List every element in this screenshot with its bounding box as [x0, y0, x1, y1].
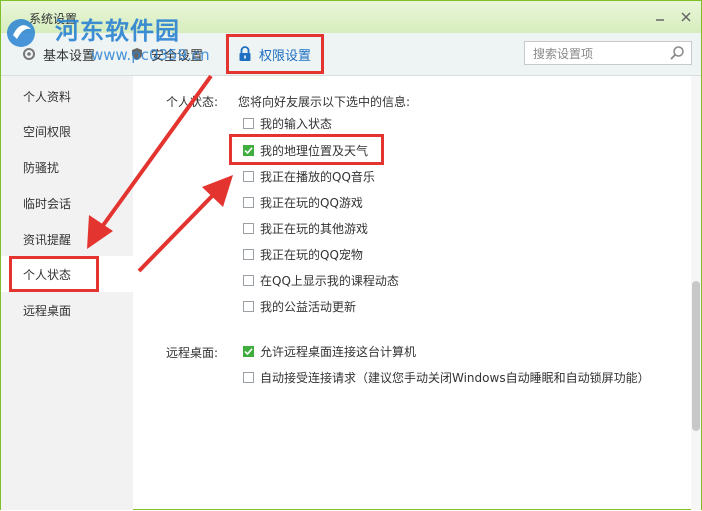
option-charity-updates[interactable]: 我的公益活动更新	[243, 297, 356, 315]
minimize-icon[interactable]	[651, 9, 669, 25]
sidebar-item-label: 个人资料	[23, 89, 72, 104]
checkbox[interactable]	[243, 196, 254, 208]
sidebar-item-news-alerts[interactable]: 资讯提醒	[1, 221, 133, 257]
sidebar-item-remote-desktop[interactable]: 远程桌面	[1, 292, 133, 328]
option-label: 自动接受连接请求（建议您手动关闭Windows自动睡眠和自动锁屏功能）	[260, 370, 650, 385]
scrollbar[interactable]	[691, 76, 701, 510]
option-qq-games[interactable]: 我正在玩的QQ游戏	[243, 193, 363, 211]
sidebar-item-label: 空间权限	[23, 124, 72, 139]
sidebar-item-temp-session[interactable]: 临时会话	[1, 185, 133, 221]
sidebar: 个人资料 空间权限 防骚扰 临时会话 资讯提醒 个人状态 远程桌面	[1, 76, 133, 510]
checkbox[interactable]	[243, 371, 254, 383]
option-label: 我正在玩的其他游戏	[260, 221, 369, 236]
option-typing-status[interactable]: 我的输入状态	[243, 114, 332, 132]
option-label: 我正在播放的QQ音乐	[260, 169, 375, 184]
search-box[interactable]	[524, 41, 692, 65]
option-auto-accept[interactable]: 自动接受连接请求（建议您手动关闭Windows自动睡眠和自动锁屏功能）	[243, 368, 650, 386]
option-label: 我正在玩的QQ游戏	[260, 195, 363, 210]
checkbox-checked[interactable]	[243, 345, 254, 357]
arrow-head-to-option	[202, 175, 233, 207]
option-qq-pet[interactable]: 我正在玩的QQ宠物	[243, 245, 363, 263]
highlight-box-location-option	[229, 134, 384, 165]
sidebar-item-label: 远程桌面	[23, 303, 72, 318]
sidebar-item-profile[interactable]: 个人资料	[1, 78, 133, 114]
scrollbar-thumb[interactable]	[692, 281, 700, 431]
option-label: 允许远程桌面连接这台计算机	[260, 344, 417, 359]
watermark-title: 河东软件园	[55, 17, 180, 45]
search-icon[interactable]	[669, 45, 685, 61]
option-other-games[interactable]: 我正在玩的其他游戏	[243, 219, 368, 237]
checkbox[interactable]	[243, 170, 254, 182]
highlight-box-personal-status	[9, 256, 99, 292]
checkbox[interactable]	[243, 117, 254, 129]
arrow-to-option	[137, 189, 219, 273]
option-label: 我的公益活动更新	[260, 299, 357, 314]
checkbox[interactable]	[243, 248, 254, 260]
highlight-box-permission-tab	[226, 34, 324, 74]
close-icon[interactable]	[677, 9, 695, 25]
remote-desktop-label: 远程桌面:	[166, 346, 219, 360]
option-label: 在QQ上显示我的课程动态	[260, 273, 399, 288]
personal-status-description: 您将向好友展示以下选中的信息:	[238, 95, 411, 109]
option-qq-music[interactable]: 我正在播放的QQ音乐	[243, 167, 375, 185]
settings-window: 系统设置 基本设置 安全设置 权限设置 搜索设置项 河东软件园 www.pc03…	[0, 0, 702, 510]
checkbox[interactable]	[243, 274, 254, 286]
sidebar-item-label: 资讯提醒	[23, 232, 72, 247]
watermark-logo	[7, 19, 35, 47]
option-course-updates[interactable]: 在QQ上显示我的课程动态	[243, 271, 399, 289]
sidebar-item-label: 防骚扰	[23, 160, 60, 175]
watermark-url: www.pc0359.cn	[91, 46, 210, 64]
option-label: 我正在玩的QQ宠物	[260, 247, 363, 262]
sidebar-item-space-permissions[interactable]: 空间权限	[1, 113, 133, 149]
option-label: 我的输入状态	[260, 116, 333, 131]
check-icon	[244, 347, 253, 355]
sidebar-item-anti-harassment[interactable]: 防骚扰	[1, 149, 133, 185]
checkbox[interactable]	[243, 222, 254, 234]
search-input[interactable]	[531, 43, 665, 65]
checkbox[interactable]	[243, 300, 254, 312]
personal-status-label: 个人状态:	[166, 95, 219, 109]
option-allow-remote[interactable]: 允许远程桌面连接这台计算机	[243, 342, 416, 360]
sidebar-item-label: 临时会话	[23, 196, 72, 211]
